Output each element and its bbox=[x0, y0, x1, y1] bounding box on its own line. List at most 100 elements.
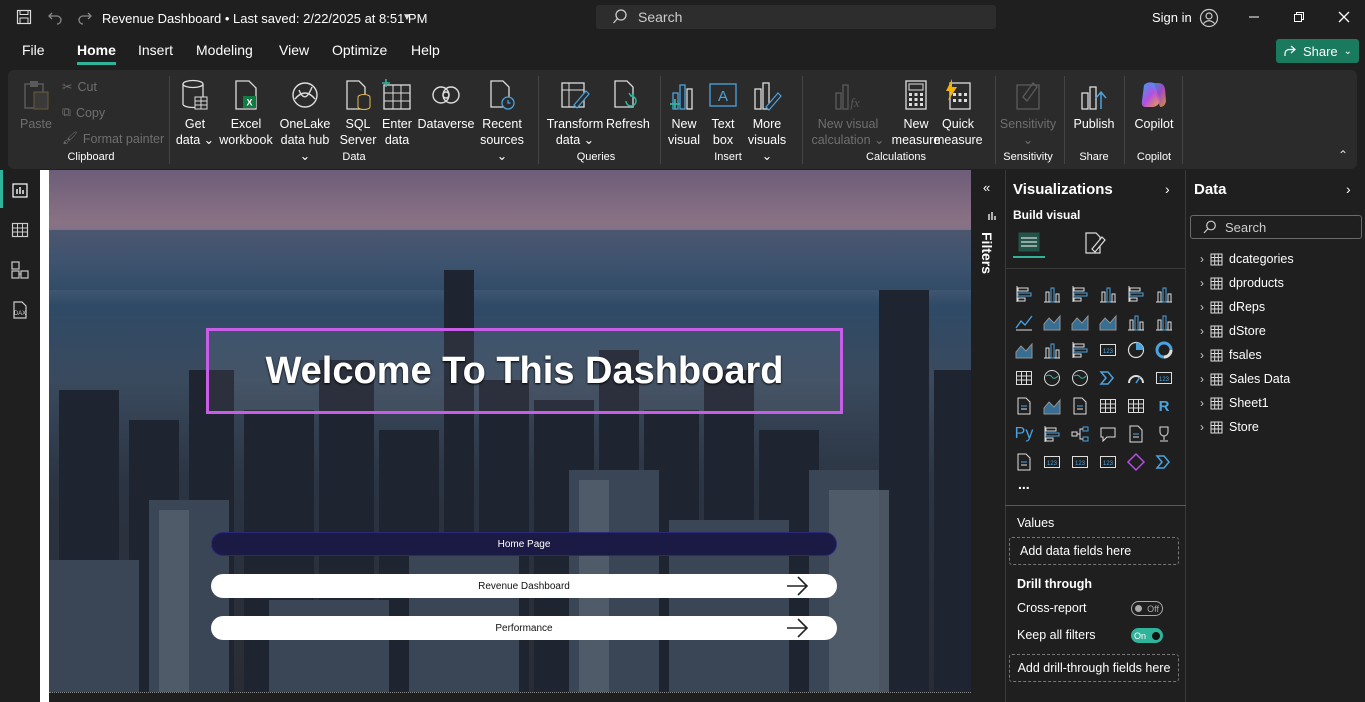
format-painter-button[interactable]: 🖌 Format painter bbox=[62, 131, 164, 146]
power-automate-flow-icon[interactable] bbox=[1153, 451, 1175, 473]
sign-in-link[interactable]: Sign in bbox=[1152, 10, 1192, 25]
chevron-right-icon[interactable]: › bbox=[1200, 252, 1204, 266]
waterfall-chart-icon[interactable] bbox=[1041, 339, 1063, 361]
menu-view[interactable]: View bbox=[279, 42, 309, 58]
filled-map-icon[interactable] bbox=[1069, 367, 1091, 389]
ribbon-chart-icon[interactable] bbox=[1013, 339, 1035, 361]
minimize-icon[interactable] bbox=[1248, 11, 1260, 23]
line-chart-icon[interactable] bbox=[1013, 311, 1035, 333]
sql-server-button[interactable]: SQL Server bbox=[338, 70, 378, 148]
card-icon[interactable]: 123 bbox=[1153, 367, 1175, 389]
text-box-button[interactable]: A Text box bbox=[706, 70, 740, 148]
pie-chart-icon[interactable] bbox=[1125, 339, 1147, 361]
close-icon[interactable] bbox=[1338, 11, 1350, 23]
kpi-icon[interactable] bbox=[1041, 395, 1063, 417]
dax-query-view-icon[interactable]: DAX bbox=[10, 300, 30, 320]
home-page-button[interactable]: Home Page bbox=[211, 532, 837, 556]
cut-button[interactable]: ✂ Cut bbox=[62, 79, 97, 95]
chevron-right-icon[interactable]: › bbox=[1200, 276, 1204, 290]
drill-through-drop-zone[interactable]: Add drill-through fields here bbox=[1009, 654, 1179, 682]
more-visuals-button[interactable]: More visuals ⌄ bbox=[742, 70, 792, 164]
chevron-right-icon[interactable]: › bbox=[1200, 420, 1204, 434]
publish-button[interactable]: Publish bbox=[1070, 70, 1118, 132]
dataverse-button[interactable]: Dataverse bbox=[416, 70, 476, 132]
paste-button[interactable]: Paste bbox=[16, 70, 56, 132]
collapse-ribbon-icon[interactable]: ⌃ bbox=[1338, 148, 1348, 162]
copy-button[interactable]: ⧉ Copy bbox=[62, 105, 105, 120]
values-drop-zone[interactable]: Add data fields here bbox=[1009, 537, 1179, 565]
undo-icon[interactable] bbox=[47, 9, 63, 25]
map-icon[interactable] bbox=[1041, 367, 1063, 389]
chevron-right-icon[interactable]: › bbox=[1200, 372, 1204, 386]
stacked-area-chart-icon[interactable] bbox=[1069, 311, 1091, 333]
table-item[interactable]: › Sheet1 bbox=[1200, 396, 1269, 410]
card-new-icon[interactable]: 123 bbox=[1041, 451, 1063, 473]
area-chart-icon[interactable] bbox=[1041, 311, 1063, 333]
menu-optimize[interactable]: Optimize bbox=[332, 42, 387, 58]
sensitivity-button[interactable]: Sensitivity ⌄ bbox=[998, 70, 1058, 148]
get-data-button[interactable]: Get data ⌄ bbox=[174, 70, 216, 148]
menu-home[interactable]: Home bbox=[77, 42, 116, 65]
transform-data-button[interactable]: Transform data ⌄ bbox=[546, 70, 604, 148]
stacked-bar-chart-icon[interactable] bbox=[1013, 283, 1035, 305]
format-visual-tab[interactable] bbox=[1080, 228, 1108, 258]
trophy-icon[interactable] bbox=[1153, 423, 1175, 445]
welcome-title-box[interactable]: Welcome To This Dashboard bbox=[206, 328, 843, 414]
line-and-clustered-column-chart-icon[interactable] bbox=[1153, 311, 1175, 333]
new-visual-calculation-button[interactable]: fx New visual calculation ⌄ bbox=[810, 70, 886, 148]
menu-modeling[interactable]: Modeling bbox=[196, 42, 253, 58]
enter-data-button[interactable]: Enter data bbox=[380, 70, 414, 148]
table-item[interactable]: › dStore bbox=[1200, 324, 1266, 338]
key-influencers-icon[interactable] bbox=[1041, 423, 1063, 445]
account-avatar-icon[interactable] bbox=[1199, 8, 1219, 28]
filters-label[interactable]: Filters bbox=[979, 232, 995, 274]
keep-all-filters-toggle[interactable]: On bbox=[1131, 628, 1163, 643]
100-stacked-bar-chart-icon[interactable] bbox=[1125, 283, 1147, 305]
chevron-right-icon[interactable]: › bbox=[1200, 348, 1204, 362]
table-item[interactable]: › Sales Data bbox=[1200, 372, 1290, 386]
expand-filters-icon[interactable]: « bbox=[983, 180, 990, 195]
table-icon[interactable] bbox=[1097, 395, 1119, 417]
stacked-column-chart-icon[interactable] bbox=[1041, 283, 1063, 305]
revenue-dashboard-button[interactable]: Revenue Dashboard bbox=[211, 574, 837, 598]
python-visual-icon[interactable]: Py bbox=[1013, 423, 1035, 445]
menu-file[interactable]: File bbox=[22, 42, 45, 58]
chevron-right-icon[interactable]: › bbox=[1200, 324, 1204, 338]
new-visual-button[interactable]: New visual bbox=[664, 70, 704, 148]
search-input[interactable]: Search bbox=[596, 5, 996, 29]
azure-map-icon[interactable] bbox=[1097, 367, 1119, 389]
r-script-visual-icon[interactable]: R bbox=[1153, 395, 1175, 417]
excel-workbook-button[interactable]: X Excel workbook bbox=[218, 70, 274, 148]
share-button[interactable]: Share ⌄ bbox=[1276, 39, 1359, 63]
table-view-icon[interactable] bbox=[10, 220, 30, 240]
performance-button[interactable]: Performance bbox=[211, 616, 837, 640]
menu-help[interactable]: Help bbox=[411, 42, 440, 58]
save-icon[interactable] bbox=[16, 9, 32, 25]
power-apps-icon[interactable] bbox=[1125, 451, 1147, 473]
matrix-icon[interactable] bbox=[1125, 395, 1147, 417]
quick-measure-button[interactable]: Quick measure bbox=[934, 70, 983, 148]
slicer-icon[interactable] bbox=[1069, 395, 1091, 417]
copilot-button[interactable]: Copilot bbox=[1130, 70, 1178, 132]
cross-report-toggle[interactable]: Off bbox=[1131, 601, 1163, 616]
metrics-icon[interactable]: 123 bbox=[1097, 451, 1119, 473]
donut-chart-icon[interactable] bbox=[1153, 339, 1175, 361]
treemap-icon[interactable] bbox=[1013, 367, 1035, 389]
onelake-data-hub-button[interactable]: OneLake data hub ⌄ bbox=[274, 70, 336, 164]
report-view-icon[interactable] bbox=[10, 180, 30, 200]
menu-insert[interactable]: Insert bbox=[138, 42, 173, 58]
100-stacked-area-chart-icon[interactable] bbox=[1097, 311, 1119, 333]
multi-row-card-icon[interactable] bbox=[1013, 395, 1035, 417]
table-item[interactable]: › dproducts bbox=[1200, 276, 1284, 290]
title-dropdown-icon[interactable]: ▼ bbox=[402, 12, 412, 23]
model-view-icon[interactable] bbox=[10, 260, 30, 280]
data-search-input[interactable]: Search bbox=[1190, 215, 1362, 239]
table-item[interactable]: › fsales bbox=[1200, 348, 1262, 362]
qa-icon[interactable] bbox=[1097, 423, 1119, 445]
collapse-data-pane-icon[interactable]: › bbox=[1346, 181, 1351, 197]
refresh-button[interactable]: Refresh bbox=[606, 70, 650, 132]
recent-sources-button[interactable]: Recent sources ⌄ bbox=[478, 70, 526, 164]
smart-narrative-icon[interactable] bbox=[1125, 423, 1147, 445]
paginated-report-icon[interactable] bbox=[1013, 451, 1035, 473]
redo-icon[interactable] bbox=[77, 9, 93, 25]
